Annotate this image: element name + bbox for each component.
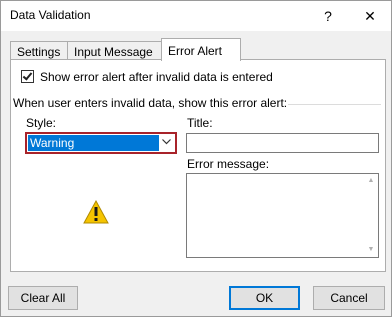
error-alert-panel: Show error alert after invalid data is e… [10, 59, 386, 272]
error-message-label: Error message: [187, 157, 270, 171]
tab-strip: Settings Input Message Error Alert [10, 38, 386, 61]
close-button[interactable]: ✕ [354, 1, 386, 31]
group-divider [288, 104, 381, 105]
group-label: When user enters invalid data, show this… [13, 96, 288, 110]
chevron-down-icon[interactable] [159, 135, 174, 151]
ok-button[interactable]: OK [229, 286, 300, 310]
message-scrollbar[interactable]: ▲ ▼ [364, 174, 378, 257]
title-field-label: Title: [187, 116, 213, 130]
checkmark-icon [22, 70, 33, 81]
data-validation-dialog: Data Validation ? ✕ Settings Input Messa… [0, 0, 392, 317]
show-alert-checkbox[interactable] [21, 70, 34, 83]
title-bar: Data Validation ? ✕ [1, 1, 391, 31]
style-selected-value[interactable]: Warning [28, 135, 159, 151]
error-message-textarea[interactable]: ▲ ▼ [186, 173, 379, 258]
window-title: Data Validation [10, 8, 91, 22]
cancel-button[interactable]: Cancel [313, 286, 385, 310]
title-input[interactable] [186, 133, 379, 153]
tab-input-message[interactable]: Input Message [67, 41, 162, 60]
warning-triangle-icon [83, 199, 109, 224]
show-alert-label[interactable]: Show error alert after invalid data is e… [40, 70, 273, 84]
tab-error-alert[interactable]: Error Alert [161, 38, 241, 61]
style-dropdown[interactable]: Warning [25, 132, 177, 154]
style-label: Style: [26, 116, 57, 130]
tab-settings[interactable]: Settings [10, 41, 68, 60]
scroll-up-icon[interactable]: ▲ [364, 174, 378, 188]
help-button[interactable]: ? [312, 1, 344, 31]
chevron-down-svg [162, 139, 171, 145]
clear-all-button[interactable]: Clear All [8, 286, 78, 310]
scroll-down-icon[interactable]: ▼ [364, 243, 378, 257]
